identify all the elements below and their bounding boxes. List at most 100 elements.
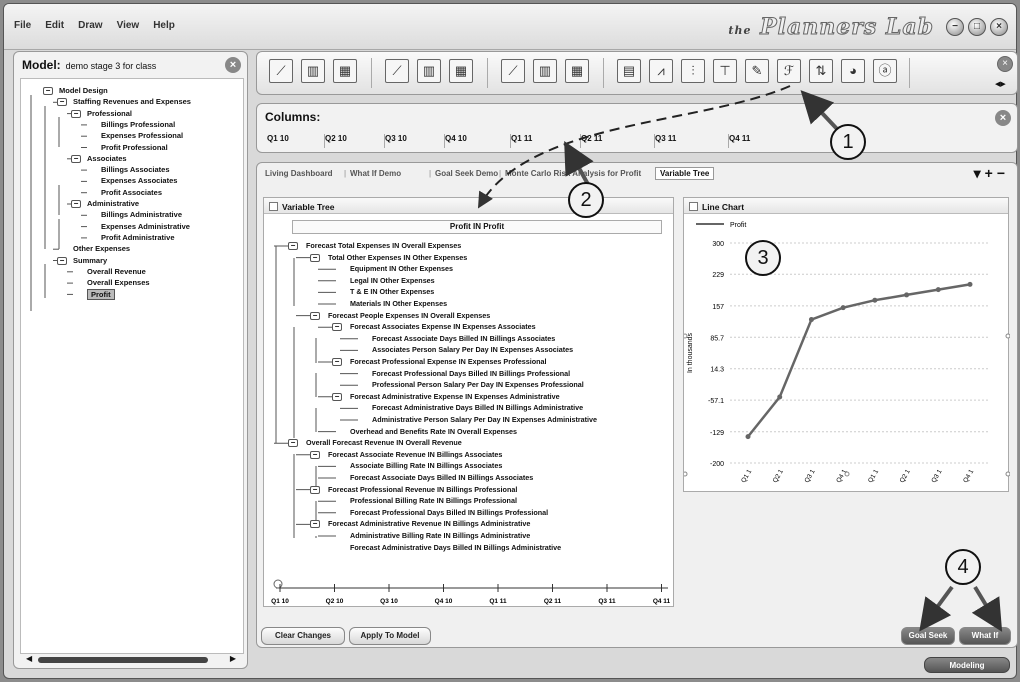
model-tree-item[interactable]: Summary — [73, 256, 107, 265]
maximize-icon[interactable]: □ — [968, 18, 986, 36]
model-tree-item[interactable]: Overall Revenue — [87, 267, 146, 276]
edit-variable-icon[interactable]: ✎ — [745, 59, 769, 83]
tree-toggle-icon[interactable]: − — [310, 253, 320, 262]
column-header[interactable]: Q1 10 — [267, 134, 325, 148]
tree-toggle-icon[interactable]: − — [71, 200, 81, 208]
model-tree-item[interactable]: Staffing Revenues and Expenses — [73, 97, 191, 106]
table-add-icon[interactable]: ▦ — [565, 59, 589, 83]
sensitivity-icon[interactable]: ⇅ — [809, 59, 833, 83]
variable-tree-item[interactable]: Administrative Billing Rate IN Billings … — [350, 531, 530, 540]
tab-1[interactable]: What If Demo — [350, 169, 401, 178]
column-header[interactable]: Q2 11 — [581, 134, 655, 148]
panel-checkbox[interactable] — [689, 202, 698, 211]
variable-tree-item[interactable]: Overall Forecast Revenue IN Overall Reve… — [306, 438, 462, 447]
variable-tree-item[interactable]: Associates Person Salary Per Day IN Expe… — [372, 345, 573, 354]
variable-tree-item[interactable]: Forecast Associates Expense IN Expenses … — [350, 322, 536, 331]
label-icon[interactable]: ⓐ — [873, 59, 897, 83]
resize-handle[interactable] — [844, 471, 850, 477]
apply-to-model-button[interactable]: Apply To Model — [349, 627, 431, 645]
resize-handle[interactable] — [684, 471, 688, 477]
model-tree-item[interactable]: Expenses Professional — [101, 131, 183, 140]
scroll-left-icon[interactable]: ◀ — [26, 654, 32, 663]
menu-view[interactable]: View — [117, 20, 140, 31]
table-goal-seek-icon[interactable]: ▦ — [449, 59, 473, 83]
toolbar-scroll-icon[interactable]: ◀▶ — [995, 80, 1006, 88]
what-if-button[interactable]: What If — [959, 627, 1011, 645]
line-add-icon[interactable]: ⟋ — [501, 59, 525, 83]
clear-changes-button[interactable]: Clear Changes — [261, 627, 345, 645]
goal-seek-button[interactable]: Goal Seek — [901, 627, 955, 645]
variable-tree-item[interactable]: Forecast Associate Days Billed IN Billin… — [350, 473, 533, 482]
monte-carlo-icon[interactable]: ◕ — [841, 59, 865, 83]
scroll-thumb[interactable] — [38, 657, 208, 663]
variable-tree-item[interactable]: Forecast People Expenses IN Overall Expe… — [328, 311, 490, 320]
column-header[interactable]: Q3 10 — [385, 134, 445, 148]
distribution-icon[interactable]: ⩘ — [649, 59, 673, 83]
variable-tree-item[interactable]: Forecast Administrative Days Billed IN B… — [372, 403, 583, 412]
resize-handle[interactable] — [684, 333, 688, 339]
menu-file[interactable]: File — [14, 20, 31, 31]
range-icon[interactable]: ⫶ — [681, 59, 705, 83]
variable-tree-item[interactable]: Administrative Person Salary Per Day IN … — [372, 415, 597, 424]
variable-tree-item[interactable]: Legal IN Other Expenses — [350, 276, 435, 285]
variable-tree-item[interactable]: Forecast Administrative Expense IN Expen… — [350, 392, 560, 401]
tree-toggle-icon[interactable]: − — [310, 485, 320, 494]
variable-tree-item[interactable]: Forecast Administrative Days Billed IN B… — [350, 543, 561, 552]
tree-toggle-icon[interactable]: − — [57, 256, 67, 265]
variable-tree-icon[interactable]: ⊤ — [713, 59, 737, 83]
scenario-icon[interactable]: ▤ — [617, 59, 641, 83]
tab-3[interactable]: Monte Carlo Risk Analysis for Profit — [505, 169, 641, 178]
model-tree-item[interactable]: Profit Associates — [101, 188, 162, 197]
tree-toggle-icon[interactable]: − — [332, 358, 342, 366]
menu-help[interactable]: Help — [153, 20, 175, 31]
variable-tree-item[interactable]: Equipment IN Other Expenses — [350, 264, 453, 273]
tree-toggle-icon[interactable]: − — [71, 154, 81, 163]
tree-toggle-icon[interactable]: − — [288, 439, 298, 448]
table-icon[interactable]: ▦ — [333, 59, 357, 83]
variable-tree-item[interactable]: Forecast Total Expenses IN Overall Expen… — [306, 241, 461, 250]
variable-tree-item[interactable]: Forecast Professional Days Billed IN Bil… — [372, 369, 570, 378]
model-tree-item[interactable]: Overall Expenses — [87, 278, 150, 287]
timeline-handle[interactable] — [273, 579, 283, 589]
tab-0[interactable]: Living Dashboard — [265, 169, 333, 178]
variable-tree-item[interactable]: Professional Person Salary Per Day IN Ex… — [372, 380, 584, 389]
variable-tree-item[interactable]: Forecast Professional Expense IN Expense… — [350, 357, 547, 366]
variable-tree-item[interactable]: Forecast Associate Revenue IN Billings A… — [328, 450, 502, 459]
column-header[interactable]: Q4 10 — [445, 134, 511, 148]
tree-toggle-icon[interactable]: − — [310, 450, 320, 459]
column-header[interactable]: Q2 10 — [325, 134, 385, 148]
line-chart-icon[interactable]: ⟋ — [269, 59, 293, 83]
model-tree-item[interactable]: Profit — [87, 289, 115, 301]
bar-chart-icon[interactable]: ▥ — [301, 59, 325, 83]
variable-tree-item[interactable]: Forecast Associate Days Billed IN Billin… — [372, 334, 555, 343]
tree-toggle-icon[interactable]: − — [332, 323, 342, 332]
close-toolbar-icon[interactable]: × — [997, 56, 1013, 72]
variable-tree-item[interactable]: Total Other Expenses IN Other Expenses — [328, 253, 467, 262]
tab-2[interactable]: Goal Seek Demo — [435, 169, 498, 178]
tree-toggle-icon[interactable]: − — [310, 520, 320, 529]
variable-tree-item[interactable]: Forecast Professional Days Billed IN Bil… — [350, 508, 548, 517]
resize-handle[interactable] — [1005, 471, 1010, 477]
model-tree-item[interactable]: Profit Professional — [101, 143, 168, 152]
minimize-icon[interactable]: − — [946, 18, 964, 36]
model-tree-item[interactable]: Billings Associates — [101, 165, 170, 174]
resize-handle[interactable] — [1005, 333, 1010, 339]
column-header[interactable]: Q3 11 — [655, 134, 729, 148]
model-tree-item[interactable]: Administrative — [87, 199, 139, 208]
close-columns-icon[interactable]: × — [995, 110, 1011, 126]
tree-toggle-icon[interactable]: − — [288, 242, 298, 250]
formula-icon[interactable]: ℱ — [777, 59, 801, 83]
model-tree-item[interactable]: Expenses Administrative — [101, 222, 190, 231]
tree-toggle-icon[interactable]: − — [332, 392, 342, 401]
variable-tree-item[interactable]: Forecast Professional Revenue IN Billing… — [328, 485, 517, 494]
variable-tree-item[interactable]: Professional Billing Rate IN Billings Pr… — [350, 496, 517, 505]
line-goal-seek-icon[interactable]: ⟋ — [385, 59, 409, 83]
column-header[interactable]: Q1 11 — [511, 134, 581, 148]
variable-tree-item[interactable]: Associate Billing Rate IN Billings Assoc… — [350, 461, 502, 470]
close-window-icon[interactable]: × — [990, 18, 1008, 36]
tree-toggle-icon[interactable]: − — [310, 311, 320, 320]
bar-goal-seek-icon[interactable]: ▥ — [417, 59, 441, 83]
model-tree-item[interactable]: Expenses Associates — [101, 176, 177, 185]
column-header[interactable]: Q4 11 — [729, 134, 797, 148]
bar-add-icon[interactable]: ▥ — [533, 59, 557, 83]
